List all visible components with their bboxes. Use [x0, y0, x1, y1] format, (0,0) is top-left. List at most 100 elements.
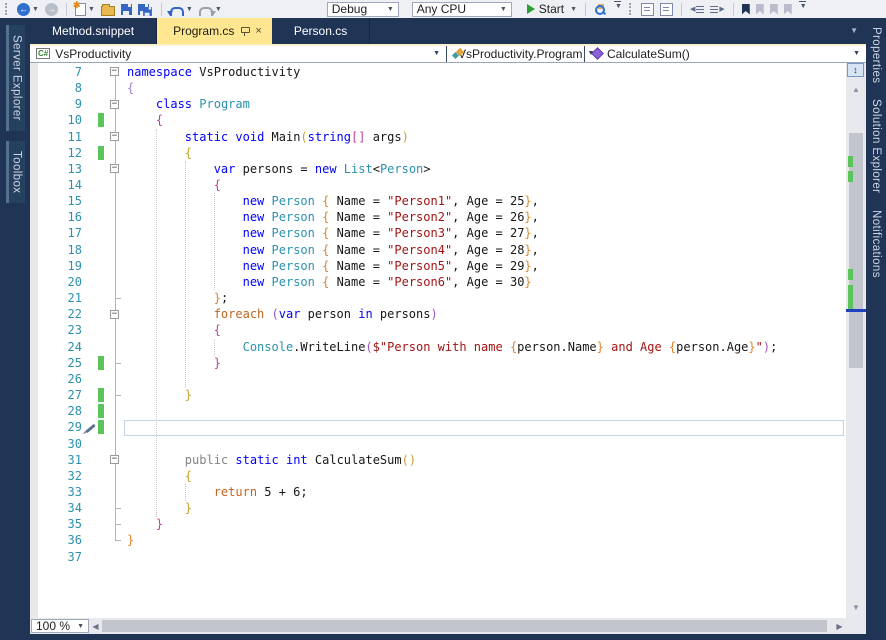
code-text: }; — [213, 291, 229, 306]
tab-person-cs[interactable]: Person.cs — [272, 18, 371, 44]
member-dropdown[interactable]: CalculateSum() ▼ — [585, 46, 866, 62]
navigate-backward-button[interactable]: ← ▼ — [16, 1, 40, 17]
tab-program-cs[interactable]: Program.cs × — [157, 18, 272, 44]
tab-method-snippet[interactable]: Method.snippet — [30, 18, 158, 44]
code-line[interactable]: 20 new Person { Name = "Person6", Age = … — [30, 274, 846, 290]
code-line[interactable]: 21 }; — [30, 290, 846, 306]
code-line[interactable]: 12 { — [30, 145, 846, 161]
navigate-backward-icon: ← — [17, 2, 30, 16]
editor-zoom-combo[interactable]: 100 % ▼ — [31, 619, 89, 633]
code-line[interactable]: 37 — [30, 549, 846, 565]
code-line[interactable]: 15 new Person { Name = "Person1", Age = … — [30, 193, 846, 209]
sidebar-tab-properties[interactable]: Properties — [870, 25, 882, 85]
code-line[interactable]: 9 − class Program — [30, 96, 846, 112]
collapse-toggle[interactable]: − — [110, 164, 119, 174]
solution-configuration-combo[interactable]: Debug ▼ — [326, 1, 399, 17]
find-in-files-button[interactable] — [593, 1, 608, 17]
close-icon[interactable]: × — [255, 25, 261, 36]
code-line[interactable]: 19 new Person { Name = "Person5", Age = … — [30, 258, 846, 274]
scrollbar-thumb[interactable] — [102, 620, 827, 632]
open-file-button[interactable] — [100, 1, 116, 17]
navigate-forward-button[interactable]: → — [44, 1, 59, 17]
scrollbar-thumb[interactable] — [849, 132, 863, 368]
code-line[interactable]: 24 Console.WriteLine($"Person with name … — [30, 339, 846, 355]
save-button[interactable] — [120, 1, 133, 17]
scroll-left-arrow[interactable]: ◀ — [89, 622, 102, 631]
type-dropdown[interactable]: VsProductivity.Program ▼ — [447, 45, 594, 62]
outline-margin — [106, 145, 124, 161]
snippet-button-2[interactable] — [659, 1, 674, 17]
code-line[interactable]: 30 — [30, 436, 846, 452]
snippet-button-1[interactable] — [640, 1, 655, 17]
scroll-up-arrow[interactable]: ▲ — [846, 85, 866, 94]
horizontal-scrollbar[interactable] — [102, 618, 833, 634]
increase-indent-button[interactable]: ▶ — [709, 1, 725, 17]
code-line[interactable]: 36} — [30, 532, 846, 548]
code-line[interactable]: 22 − foreach (var person in persons) — [30, 306, 846, 322]
code-line[interactable]: 14 { — [30, 177, 846, 193]
collapse-toggle[interactable]: − — [110, 99, 119, 109]
code-line[interactable]: 23 { — [30, 322, 846, 338]
change-margin — [98, 371, 106, 387]
decrease-indent-button[interactable]: ◀ — [689, 1, 705, 17]
code-line[interactable]: 8{ — [30, 80, 846, 96]
toggle-bookmark-button[interactable] — [741, 1, 751, 17]
clear-bookmarks-button[interactable] — [783, 1, 793, 17]
code-line[interactable]: 33 return 5 + 6; — [30, 484, 846, 500]
line-number: 11 — [67, 129, 82, 144]
code-line[interactable]: 32 { — [30, 468, 846, 484]
tab-list-dropdown[interactable]: ▼ — [842, 26, 866, 35]
code-line[interactable]: 31 − public static int CalculateSum() — [30, 452, 846, 468]
code-editor[interactable]: 7− namespace VsProductivity 8{9− class Pro… — [30, 62, 846, 618]
search-icon — [594, 3, 607, 16]
code-line[interactable]: 11 − static void Main(string[] args) — [30, 129, 846, 145]
solution-platform-combo[interactable]: Any CPU ▼ — [411, 1, 512, 17]
toolbar-grip[interactable] — [5, 3, 10, 15]
code-line[interactable]: 34 } — [30, 500, 846, 516]
line-number: 17 — [67, 226, 82, 241]
split-window-handle[interactable]: ↕ — [847, 62, 864, 77]
sidebar-tab-server-explorer[interactable]: Server Explorer — [5, 25, 25, 131]
code-line[interactable]: 7 − namespace VsProductivity — [30, 64, 846, 80]
code-line[interactable]: 10 { — [30, 112, 846, 128]
next-bookmark-button[interactable] — [769, 1, 779, 17]
pin-icon[interactable] — [240, 26, 251, 36]
editor-body: 7− namespace VsProductivity 8{9− class Pro… — [30, 62, 866, 618]
undo-button[interactable]: ▼ — [166, 1, 194, 17]
project-dropdown[interactable]: C# VsProductivity ▼ — [30, 45, 447, 62]
code-line[interactable]: 26 — [30, 371, 846, 387]
save-all-button[interactable] — [137, 1, 154, 17]
code-line[interactable]: 13 − var persons = new List<Person> — [30, 161, 846, 177]
collapse-toggle[interactable]: − — [110, 455, 119, 465]
redo-button[interactable]: ▼ — [198, 1, 223, 17]
chevron-down-icon: ▼ — [32, 5, 39, 13]
previous-bookmark-button[interactable] — [755, 1, 765, 17]
toolbar-grip[interactable] — [628, 3, 634, 15]
scrollbar-corner — [846, 618, 866, 634]
collapse-toggle[interactable]: − — [110, 309, 119, 319]
code-lines: 7− namespace VsProductivity 8{9− class Pro… — [30, 63, 846, 565]
bookmark-icon — [741, 3, 750, 15]
code-line[interactable]: 27 } — [30, 387, 846, 403]
vertical-scrollbar[interactable]: ↕ ▲ ▼ — [846, 62, 866, 618]
code-line[interactable]: 18 new Person { Name = "Person4", Age = … — [30, 242, 846, 258]
code-line[interactable]: 35 } — [30, 516, 846, 532]
change-margin — [98, 145, 106, 161]
collapse-toggle[interactable]: − — [110, 67, 119, 77]
scroll-right-arrow[interactable]: ▶ — [833, 622, 846, 631]
code-line[interactable]: 17 new Person { Name = "Person3", Age = … — [30, 225, 846, 241]
collapse-toggle[interactable]: − — [110, 132, 119, 142]
new-file-button[interactable]: ✱ ▼ — [73, 0, 96, 17]
start-debugging-button[interactable]: Start ▼ — [526, 1, 578, 17]
code-text: { — [184, 468, 193, 483]
code-line[interactable]: 28 — [30, 403, 846, 419]
sidebar-tab-solution-explorer[interactable]: Solution Explorer — [870, 97, 882, 195]
code-line[interactable]: 25 } — [30, 355, 846, 371]
sidebar-tab-toolbox[interactable]: Toolbox — [5, 140, 25, 204]
change-margin — [98, 500, 106, 516]
sidebar-tab-notifications[interactable]: Notifications — [870, 208, 882, 280]
scroll-down-arrow[interactable]: ▼ — [846, 603, 866, 612]
toolbar-overflow-button[interactable]: ▼ — [612, 1, 623, 17]
code-line[interactable]: 16 new Person { Name = "Person2", Age = … — [30, 209, 846, 225]
toolbar-overflow-button[interactable]: ▼ — [797, 1, 808, 17]
